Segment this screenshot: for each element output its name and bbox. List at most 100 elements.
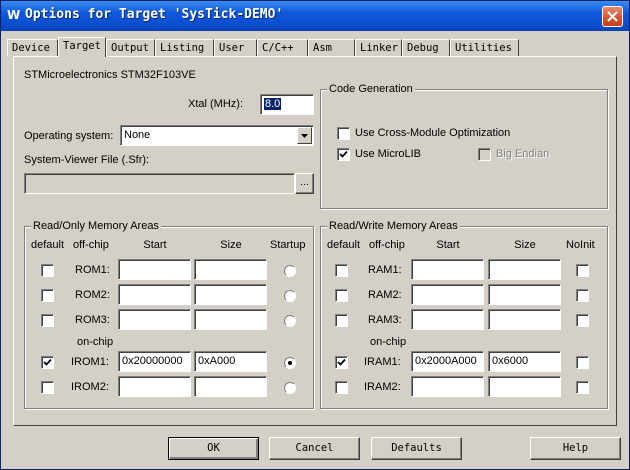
tab-listing[interactable]: Listing [155,39,214,56]
iram1-start-input[interactable]: 0x2000A000 [411,351,484,372]
rom1-default-checkbox[interactable] [41,264,54,277]
tab-strip: Device Target Output Listing User C/C++ … [7,37,619,57]
rom2-default-checkbox[interactable] [41,289,54,302]
tab-linker[interactable]: Linker [355,39,402,56]
xtal-input[interactable]: 8.0 [260,94,314,115]
microlib-checkbox[interactable] [337,148,350,161]
rom3-label: ROM3: [75,314,110,326]
tab-utilities[interactable]: Utilities [450,39,519,56]
cancel-button[interactable]: Cancel [269,437,360,460]
ram1-size-input[interactable] [488,259,561,280]
os-selected-value: None [124,129,151,141]
ram3-noinit-checkbox[interactable] [576,314,589,327]
ram1-default-checkbox[interactable] [335,264,348,277]
os-select[interactable]: None [120,125,314,146]
irom2-start-input[interactable] [118,376,191,397]
ram1-noinit-checkbox[interactable] [576,264,589,277]
irom2-label: IROM2: [71,381,109,393]
ram3-size-input[interactable] [488,309,561,330]
rom3-default-checkbox[interactable] [41,314,54,327]
ram1-start-input[interactable] [411,259,484,280]
iram2-start-input[interactable] [411,376,484,397]
rom3-size-input[interactable] [194,309,267,330]
tab-debug[interactable]: Debug [402,39,450,56]
svd-browse-button[interactable]: ... [295,173,314,194]
irom1-default-checkbox[interactable] [41,356,54,369]
tab-asm[interactable]: Asm [308,39,355,56]
rom2-start-input[interactable] [118,284,191,305]
code-generation-group: Code Generation Use Cross-Module Optimiz… [320,82,608,209]
ok-button[interactable]: OK [168,437,259,460]
readwrite-memory-title: Read/Write Memory Areas [327,219,460,233]
iram1-noinit-checkbox[interactable] [576,356,589,369]
readwrite-memory-group: Read/Write Memory Areas default off-chip… [320,219,608,409]
rom2-label: ROM2: [75,289,110,301]
irom2-default-checkbox[interactable] [41,381,54,394]
iram1-default-checkbox[interactable] [335,356,348,369]
target-tab-panel: STMicroelectronics STM32F103VE Xtal (MHz… [13,56,617,426]
ram2-default-checkbox[interactable] [335,289,348,302]
ram3-default-checkbox[interactable] [335,314,348,327]
checkmark-icon [43,358,52,366]
device-name: STMicroelectronics STM32F103VE [24,69,196,81]
readonly-memory-group: Read/Only Memory Areas default off-chip … [24,219,314,409]
ram2-label: RAM2: [368,289,402,301]
iram1-size-input[interactable]: 0x6000 [488,351,561,372]
tab-cpp[interactable]: C/C++ [257,39,308,56]
rom3-startup-radio[interactable] [284,315,296,327]
ram-noinit-header: NoInit [566,239,595,251]
defaults-button[interactable]: Defaults [371,437,462,460]
tab-output[interactable]: Output [106,39,155,56]
big-endian-checkbox[interactable] [478,148,491,161]
ram-size-header: Size [514,239,536,251]
ram3-label: RAM3: [368,314,402,326]
tab-user[interactable]: User [214,39,257,56]
ram-onchip-label: on-chip [370,336,407,348]
ram3-start-input[interactable] [411,309,484,330]
ram-offchip-header: off-chip [369,239,405,251]
rom-start-header: Start [143,239,167,251]
irom1-label: IROM1: [71,356,109,368]
rom1-startup-radio[interactable] [284,265,296,277]
iram2-size-input[interactable] [488,376,561,397]
rom1-size-input[interactable] [194,259,267,280]
irom2-size-input[interactable] [194,376,267,397]
os-dropdown-button[interactable] [297,127,312,144]
rom2-size-input[interactable] [194,284,267,305]
close-icon [607,11,618,22]
svd-file-input[interactable] [24,173,295,194]
rom-onchip-label: on-chip [77,336,114,348]
iram1-label: IRAM1: [364,356,401,368]
iram2-default-checkbox[interactable] [335,381,348,394]
ram2-noinit-checkbox[interactable] [576,289,589,302]
ram-start-header: Start [436,239,460,251]
svd-label: System-Viewer File (.Sfr): [24,154,150,166]
tab-device[interactable]: Device [7,39,58,56]
title-bar[interactable]: W Options for Target 'SysTick-DEMO' [1,1,629,31]
cross-module-label: Use Cross-Module Optimization [355,127,511,139]
ram2-size-input[interactable] [488,284,561,305]
rom-offchip-header: off-chip [73,239,109,251]
os-label: Operating system: [24,130,114,142]
rom1-start-input[interactable] [118,259,191,280]
tab-target[interactable]: Target [58,37,106,57]
microlib-label: Use MicroLIB [355,148,422,160]
rom3-start-input[interactable] [118,309,191,330]
rom-startup-header: Startup [270,239,306,251]
irom1-start-input[interactable]: 0x20000000 [118,351,191,372]
rom-size-header: Size [220,239,242,251]
cross-module-checkbox[interactable] [337,127,350,140]
iram2-label: IRAM2: [364,381,401,393]
ram2-start-input[interactable] [411,284,484,305]
close-button[interactable] [602,6,623,27]
rom1-label: ROM1: [75,264,110,276]
help-button[interactable]: Help [530,437,621,460]
irom2-startup-radio[interactable] [284,382,296,394]
code-generation-title: Code Generation [327,82,415,96]
iram2-noinit-checkbox[interactable] [576,381,589,394]
rom2-startup-radio[interactable] [284,290,296,302]
ram1-label: RAM1: [368,264,402,276]
irom1-size-input[interactable]: 0xA000 [194,351,267,372]
irom1-startup-radio[interactable] [284,357,296,369]
radio-selected-dot [288,361,292,365]
